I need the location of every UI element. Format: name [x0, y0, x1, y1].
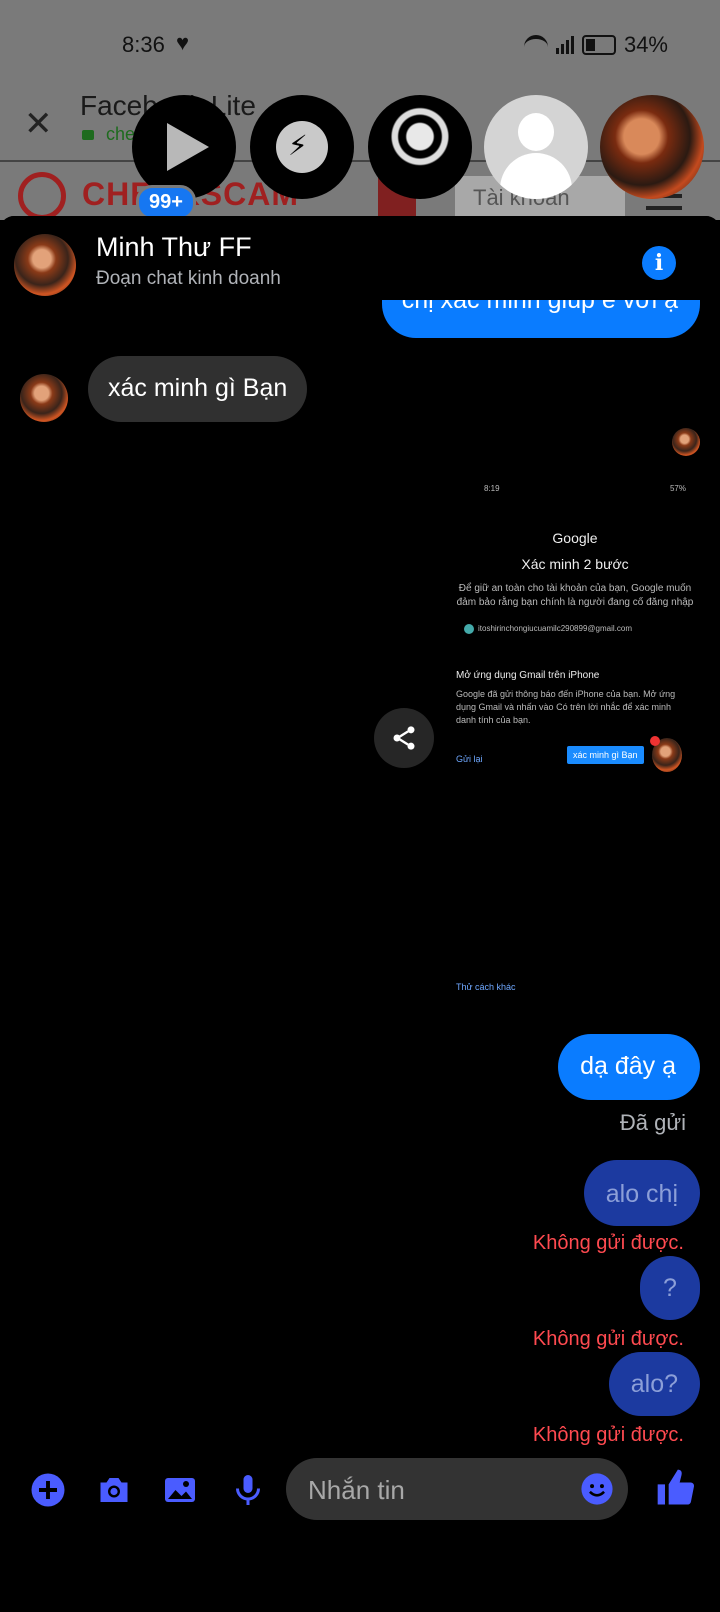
messenger-icon	[276, 121, 328, 173]
health-icon: ♥	[176, 30, 190, 55]
sent-status: Đã gửi	[619, 1110, 686, 1135]
image-attachment[interactable]: 8:19 57% Google Xác minh 2 bước Để giữ a…	[450, 470, 700, 1010]
chat-head-default-avatar[interactable]	[484, 95, 588, 199]
chat-head-active[interactable]	[600, 95, 704, 199]
contact-avatar[interactable]	[14, 234, 76, 296]
message-bubble-failed[interactable]: alo chị	[583, 1160, 700, 1226]
emoji-icon[interactable]	[580, 1472, 614, 1506]
status-bar: 8:36 ♥ 34%	[0, 0, 720, 90]
info-icon[interactable]: i	[642, 246, 676, 280]
attachment-body: Google đã gửi thông báo đến iPhone của b…	[456, 689, 676, 725]
battery-percent: 34%	[623, 32, 668, 57]
attachment-heading: Mở ứng dụng Gmail trên iPhone	[456, 670, 600, 681]
attachment-time: 8:19	[484, 484, 500, 493]
plus-icon[interactable]	[28, 1470, 68, 1510]
chat-head-messenger[interactable]	[250, 95, 354, 199]
composer-bar	[0, 1440, 720, 1544]
failed-status[interactable]: Không gửi được.	[533, 1232, 684, 1255]
person-icon	[518, 113, 554, 151]
sender-avatar	[20, 374, 68, 422]
attachment-resend: Gửi lại	[456, 754, 483, 764]
attachment-title: Xác minh 2 bước	[521, 556, 629, 572]
wifi-icon	[523, 35, 548, 55]
message-bubble-failed[interactable]: alo?	[608, 1352, 700, 1416]
unread-badge: 99+	[136, 185, 196, 220]
contact-name[interactable]: Minh Thư FF	[96, 232, 252, 263]
share-button[interactable]	[374, 708, 434, 768]
attachment-email: itoshirinchongiucuamilc290899@gmail.com	[464, 624, 696, 634]
microphone-icon[interactable]	[228, 1470, 268, 1510]
message-bubble-incoming[interactable]: xác minh gì Bạn	[88, 356, 308, 422]
message-input[interactable]	[306, 1458, 560, 1522]
gallery-icon[interactable]	[160, 1470, 200, 1510]
message-bubble-outgoing[interactable]: dạ đây ạ	[558, 1034, 700, 1100]
message-input-container	[286, 1458, 628, 1522]
chat-head-contact[interactable]	[368, 95, 472, 199]
chat-heads-bar: 99+	[0, 95, 720, 220]
battery-icon	[581, 35, 616, 55]
status-right: 34%	[523, 32, 668, 58]
like-icon[interactable]	[654, 1466, 698, 1510]
attachment-battery: 57%	[669, 484, 686, 493]
contact-subtitle: Đoạn chat kinh doanh	[96, 268, 281, 289]
failed-status[interactable]: Không gửi được.	[533, 1328, 684, 1351]
status-time: 8:36	[122, 32, 165, 57]
attachment-other-way: Thử cách khác	[456, 982, 516, 992]
chat-panel: Minh Thư FF Đoạn chat kinh doanh i chị x…	[0, 216, 720, 1612]
play-icon	[167, 123, 209, 171]
message-bubble-failed[interactable]: ?	[640, 1256, 700, 1320]
attachment-badge	[650, 736, 660, 746]
attachment-google: Google	[552, 530, 598, 546]
seen-avatar	[672, 428, 700, 456]
signal-icon	[555, 36, 574, 54]
attachment-description: Để giữ an toàn cho tài khoản của bạn, Go…	[456, 583, 694, 608]
attachment-notification: xác minh gì Bạn	[567, 746, 644, 764]
chat-header: Minh Thư FF Đoạn chat kinh doanh i	[0, 216, 720, 300]
share-icon	[393, 726, 415, 750]
chat-head-video[interactable]	[132, 95, 236, 199]
camera-icon[interactable]	[94, 1470, 134, 1510]
